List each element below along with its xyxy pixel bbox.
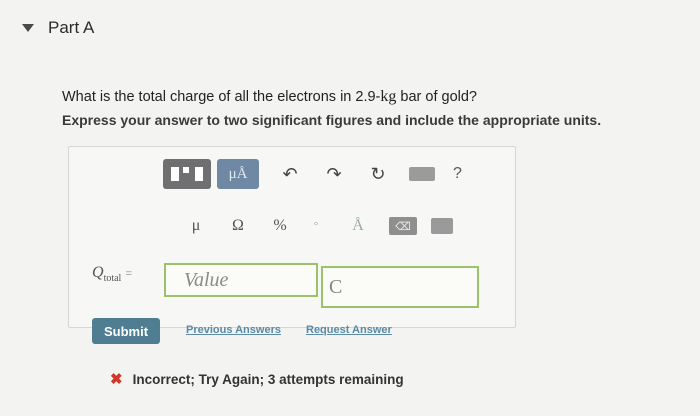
previous-answers-link[interactable]: Previous Answers — [186, 324, 281, 336]
part-title: Part A — [48, 18, 95, 37]
symbol-mu-button[interactable]: μ — [175, 217, 217, 235]
reset-icon[interactable]: ↻ — [365, 161, 391, 187]
answer-label-symbol: Q — [92, 264, 104, 281]
symbol-percent-button[interactable]: % — [259, 217, 301, 235]
symbol-ohm-button[interactable]: Ω — [217, 217, 259, 235]
help-button[interactable]: ? — [453, 165, 462, 183]
collapse-caret-icon[interactable] — [22, 24, 34, 32]
template-square-icon — [171, 167, 179, 181]
answer-label: Qtotal = — [92, 264, 132, 284]
question-unit: kg — [380, 88, 397, 105]
templates-button[interactable] — [163, 159, 211, 189]
symbol-toolbar: μ Ω % ° Å ⌫ — [175, 217, 453, 235]
symbol-degree-button[interactable]: ° — [301, 220, 331, 232]
unit-input[interactable] — [321, 266, 479, 308]
keyboard-icon[interactable] — [409, 167, 435, 181]
feedback-message: ✖ Incorrect; Try Again; 3 attempts remai… — [110, 370, 404, 388]
question-text: What is the total charge of all the elec… — [62, 88, 477, 106]
answer-label-equals: = — [125, 266, 133, 280]
units-button[interactable]: μÅ — [217, 159, 259, 189]
part-header[interactable]: Part A — [22, 18, 94, 38]
x-icon: ✖ — [110, 371, 123, 388]
submit-button[interactable]: Submit — [92, 318, 160, 344]
answer-instructions: Express your answer to two significant f… — [62, 112, 602, 128]
question-text-start: What is the total charge of all the elec… — [62, 89, 381, 105]
feedback-text: Incorrect; Try Again; 3 attempts remaini… — [132, 371, 404, 387]
symbol-angstrom-button[interactable]: Å — [331, 217, 385, 235]
math-toolbar: μÅ ↶ ↷ ↻ ? — [163, 159, 462, 189]
delete-icon[interactable]: ⌫ — [389, 217, 417, 235]
undo-icon[interactable]: ↶ — [277, 161, 303, 187]
template-square-icon — [183, 167, 189, 173]
redo-icon[interactable]: ↷ — [321, 161, 347, 187]
request-answer-link[interactable]: Request Answer — [306, 324, 392, 336]
template-square-icon — [195, 167, 203, 181]
answer-label-subscript: total — [103, 273, 122, 285]
question-text-end: bar of gold? — [396, 89, 477, 105]
value-input[interactable] — [164, 263, 318, 297]
keyboard-small-icon[interactable] — [431, 218, 453, 234]
